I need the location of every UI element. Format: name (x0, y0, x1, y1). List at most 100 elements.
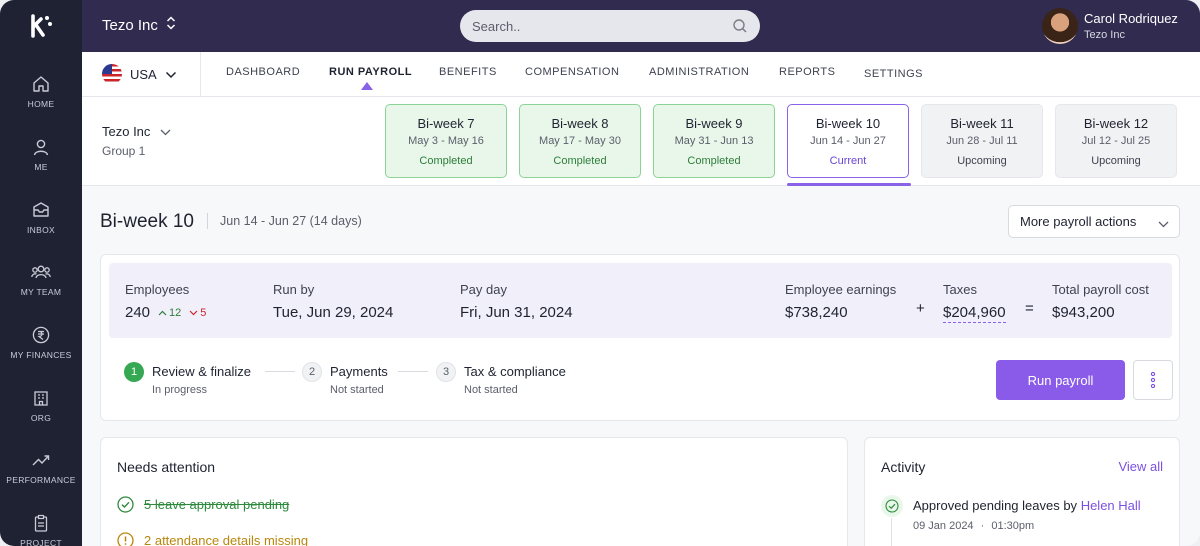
view-all-link[interactable]: View all (1118, 459, 1163, 474)
search-placeholder: Search.. (472, 19, 521, 34)
tab-reports[interactable]: REPORTS (779, 66, 835, 78)
stat-value: $738,240 (785, 304, 848, 321)
country-selector[interactable]: USA (102, 64, 177, 84)
employees-removed: 5 (189, 307, 206, 319)
check-circle-icon (117, 496, 134, 513)
period-status: Completed (419, 155, 473, 167)
tab-settings[interactable]: SETTINGS (864, 68, 923, 80)
more-payroll-actions-button[interactable]: More payroll actions (1008, 205, 1180, 238)
stat-label: Taxes (943, 282, 977, 297)
period-title: Bi-week 8 (551, 116, 609, 131)
sidebar-item-project[interactable]: PROJECT (0, 513, 82, 546)
main-nav: USA DASHBOARD RUN PAYROLL BENEFITS COMPE… (82, 52, 1200, 97)
arrow-up-icon (158, 310, 167, 315)
sidebar-item-me[interactable]: ME (0, 137, 82, 187)
attention-item[interactable]: 2 attendance details missing (117, 532, 308, 546)
chevron-updown-icon (166, 16, 176, 34)
activity-timestamp: 09 Jan 2024 · 01:30pm (913, 520, 1034, 532)
avatar[interactable] (1042, 8, 1078, 44)
needs-attention-card: Needs attention 5 leave approval pending… (100, 437, 848, 546)
top-bar: Tezo Inc Search.. Carol Rodriquez Tezo I… (82, 0, 1200, 52)
activity-user-link[interactable]: Helen Hall (1081, 498, 1141, 513)
more-options-button[interactable] (1133, 360, 1173, 400)
search-input[interactable]: Search.. (460, 10, 760, 42)
check-circle-icon (881, 495, 903, 517)
period-card-biweek-9[interactable]: Bi-week 9 May 31 - Jun 13 Completed (653, 104, 775, 178)
k-logo-icon[interactable] (0, 0, 82, 52)
sidebar-item-inbox[interactable]: INBOX (0, 200, 82, 250)
stat-taxes: Taxes $204,960 (943, 282, 1006, 323)
kebab-icon (1150, 371, 1156, 389)
period-title: Bi-week 12 (1083, 116, 1149, 131)
pay-group-selector[interactable]: Tezo Inc (102, 124, 171, 139)
step-number: 3 (436, 362, 456, 382)
tab-compensation[interactable]: COMPENSATION (525, 66, 619, 78)
tab-benefits[interactable]: BENEFITS (439, 66, 497, 78)
activity-text: Approved pending leaves by (913, 498, 1078, 513)
sidebar-item-performance[interactable]: PERFORMANCE (0, 450, 82, 500)
run-payroll-button[interactable]: Run payroll (996, 360, 1125, 400)
stat-value: Fri, Jun 31, 2024 (460, 304, 573, 321)
stat-label: Pay day (460, 282, 507, 297)
warning-circle-icon (117, 532, 134, 546)
company-switcher[interactable]: Tezo Inc (102, 16, 176, 34)
period-status: Upcoming (957, 155, 1007, 167)
period-card-biweek-8[interactable]: Bi-week 8 May 17 - May 30 Completed (519, 104, 641, 178)
chevron-down-icon (160, 124, 171, 139)
step-name: Payments (330, 364, 388, 379)
period-card-biweek-11[interactable]: Bi-week 11 Jun 28 - Jul 11 Upcoming (921, 104, 1043, 178)
period-dates: Jul 12 - Jul 25 (1081, 135, 1151, 147)
active-tab-indicator (361, 82, 373, 90)
period-card-biweek-12[interactable]: Bi-week 12 Jul 12 - Jul 25 Upcoming (1055, 104, 1177, 178)
tab-administration[interactable]: ADMINISTRATION (649, 66, 749, 78)
pay-group-sub: Group 1 (102, 144, 146, 158)
period-card-biweek-10[interactable]: Bi-week 10 Jun 14 - Jun 27 Current (787, 104, 909, 178)
stat-value: $943,200 (1052, 304, 1115, 321)
step-status: In progress (152, 384, 208, 396)
sidebar-item-home[interactable]: HOME (0, 74, 82, 124)
payroll-summary-card: Employees 240 12 5 Run by Tue, Jun 29, 2… (100, 254, 1180, 421)
user-menu[interactable]: Carol Rodriquez Tezo Inc (1042, 8, 1192, 44)
chevron-down-icon (165, 67, 177, 82)
stat-label: Total payroll cost (1052, 282, 1149, 297)
step-name: Review & finalize (152, 364, 251, 379)
step-status: Not started (330, 384, 384, 396)
period-card-biweek-7[interactable]: Bi-week 7 May 3 - May 16 Completed (385, 104, 507, 178)
stat-employee-earnings: Employee earnings $738,240 (785, 282, 896, 321)
sidebar-item-label: ME (34, 162, 48, 172)
sidebar-item-label: HOME (27, 99, 55, 109)
stat-pay-day: Pay day Fri, Jun 31, 2024 (460, 282, 573, 321)
activity-card: Activity View all Approved pending leave… (864, 437, 1180, 546)
us-flag-icon (102, 64, 122, 84)
company-name: Tezo Inc (102, 16, 158, 34)
home-icon (31, 74, 51, 94)
sidebar-item-label: MY FINANCES (10, 350, 72, 360)
step-number: 2 (302, 362, 322, 382)
team-icon (31, 262, 51, 282)
period-title: Bi-week 10 (815, 116, 881, 131)
period-status: Current (829, 155, 867, 167)
period-title: Bi-week 9 (685, 116, 743, 131)
step-connector (265, 371, 295, 372)
clipboard-icon (31, 513, 51, 533)
sidebar-item-my-finances[interactable]: MY FINANCES (0, 325, 82, 375)
period-dates: May 3 - May 16 (408, 135, 484, 147)
sidebar-item-org[interactable]: ORG (0, 388, 82, 438)
period-status: Upcoming (1091, 155, 1141, 167)
sidebar-item-my-team[interactable]: MY TEAM (0, 262, 82, 312)
card-title: Needs attention (117, 459, 216, 475)
activity-date: 09 Jan 2024 (913, 520, 974, 532)
period-status: Completed (687, 155, 741, 167)
stat-label: Employee earnings (785, 282, 897, 297)
app-window: HOME ME INBOX MY TEAM MY FINANCES ORG PE… (0, 0, 1200, 546)
tab-dashboard[interactable]: DASHBOARD (226, 66, 300, 78)
period-range: Jun 14 - Jun 27 (14 days) (220, 214, 362, 228)
page-title: Bi-week 10 (100, 211, 194, 232)
more-actions-label: More payroll actions (1020, 214, 1137, 229)
search-icon[interactable] (732, 18, 748, 39)
taxes-value-link[interactable]: $204,960 (943, 304, 1006, 323)
user-name: Carol Rodriquez (1084, 11, 1178, 26)
tab-run-payroll[interactable]: RUN PAYROLL (329, 66, 412, 78)
stat-value: 240 (125, 304, 151, 321)
attention-item[interactable]: 5 leave approval pending (117, 496, 289, 513)
